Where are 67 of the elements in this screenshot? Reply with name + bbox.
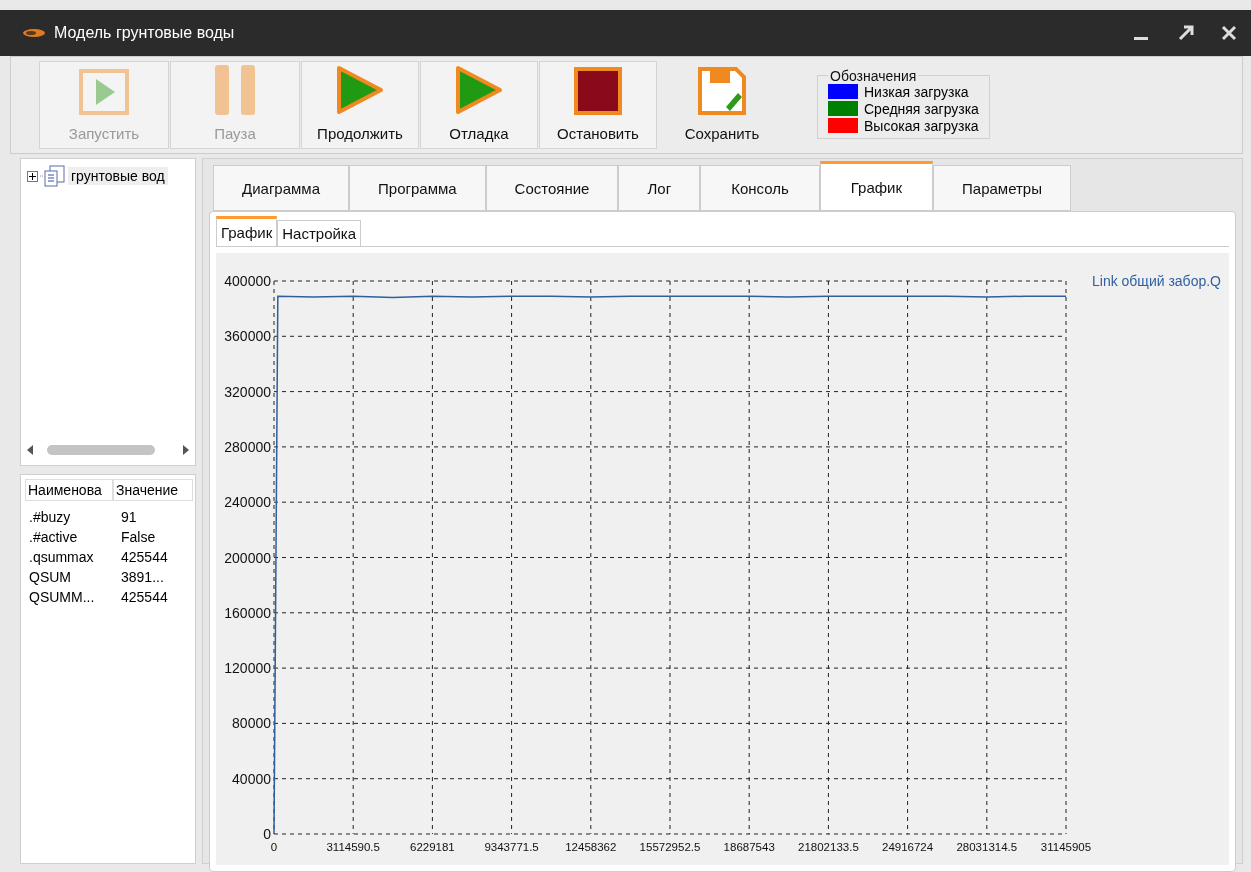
column-header[interactable]: Значение — [113, 479, 193, 501]
window-title: Модель грунтовые воды — [54, 24, 236, 42]
scrollbar-thumb[interactable] — [47, 445, 155, 455]
x-axis-label: 24916724 — [882, 841, 934, 853]
tab[interactable]: Лог — [618, 165, 701, 211]
y-axis-label: 0 — [263, 826, 271, 842]
table-cell-text: 425544 — [121, 548, 169, 567]
y-axis-label: 240000 — [224, 494, 271, 511]
table-cell-text: .#active — [29, 528, 79, 547]
x-axis-label: 28031314.5 — [956, 841, 1018, 853]
legend-title: Обозначения — [829, 67, 918, 84]
x-axis-label: 15572952.5 — [639, 841, 701, 853]
y-axis-label: 160000 — [224, 604, 271, 621]
play-icon — [454, 65, 504, 115]
tab[interactable]: Консоль — [700, 165, 820, 211]
y-axis-label: 280000 — [224, 438, 271, 455]
column-header[interactable]: Наименова — [25, 479, 113, 501]
x-axis-label: 12458362 — [565, 841, 617, 853]
tab[interactable]: Диаграмма — [213, 165, 349, 211]
table-cell-text: QSUMM... — [29, 588, 96, 607]
play-icon — [79, 69, 129, 115]
table-cell-text: 3891... — [121, 568, 165, 587]
x-axis-label: 18687543 — [723, 841, 775, 853]
toolbar-button[interactable]: Отладка — [420, 61, 538, 149]
y-axis-label: 200000 — [224, 549, 271, 566]
x-axis-label: 31145905 — [1040, 841, 1092, 853]
legend-label: Высокая загрузка — [864, 117, 979, 134]
table-cell-text: 91 — [121, 508, 138, 527]
legend-label: Средняя загрузка — [864, 100, 979, 117]
tab[interactable]: Настройка — [277, 220, 362, 246]
y-axis-label: 80000 — [232, 715, 271, 732]
toolbar-button[interactable]: Сохранить — [658, 61, 786, 149]
tab[interactable]: Состояние — [485, 165, 619, 211]
app-logo-icon — [22, 28, 46, 38]
pause-icon — [213, 65, 257, 115]
x-axis-label: 9343771.5 — [484, 841, 539, 853]
tree-item[interactable]: грунтовые вод — [68, 167, 168, 185]
toolbar-button[interactable]: Остановить — [539, 61, 657, 149]
x-axis-label: 3114590.5 — [326, 841, 380, 853]
series-label: Link общий забор.Q — [1092, 273, 1221, 289]
y-axis-label: 40000 — [232, 770, 271, 787]
table-cell-text: .qsummax — [29, 548, 95, 567]
x-axis-label: 0 — [270, 841, 278, 853]
table-cell-text: .#buzy — [29, 508, 72, 527]
table-cell-text: QSUM — [29, 568, 72, 587]
table-cell-text: 425544 — [121, 588, 169, 607]
x-axis-label: 6229181 — [410, 841, 455, 853]
scroll-right-icon[interactable] — [183, 445, 189, 455]
close-icon[interactable] — [1221, 25, 1237, 41]
toolbar-button[interactable]: Продолжить — [301, 61, 419, 149]
tab[interactable]: График — [216, 216, 278, 246]
legend-label: Низкая загрузка — [864, 83, 969, 100]
stop-icon — [574, 67, 622, 115]
document-icon — [40, 165, 66, 187]
scroll-left-icon[interactable] — [27, 445, 33, 455]
tab[interactable]: График — [819, 161, 933, 211]
table-cell-text: False — [121, 528, 157, 547]
y-axis-label: 360000 — [224, 328, 271, 345]
y-axis-label: 120000 — [224, 660, 271, 677]
y-axis-label: 320000 — [224, 383, 271, 400]
y-axis-label: 400000 — [224, 273, 271, 289]
x-axis-label: 21802133.5 — [798, 841, 859, 853]
play-icon — [335, 65, 385, 115]
maximize-icon[interactable] — [1177, 24, 1195, 42]
tab[interactable]: Параметры — [933, 165, 1071, 211]
tab[interactable]: Программа — [349, 165, 486, 211]
expand-icon[interactable] — [27, 170, 38, 182]
